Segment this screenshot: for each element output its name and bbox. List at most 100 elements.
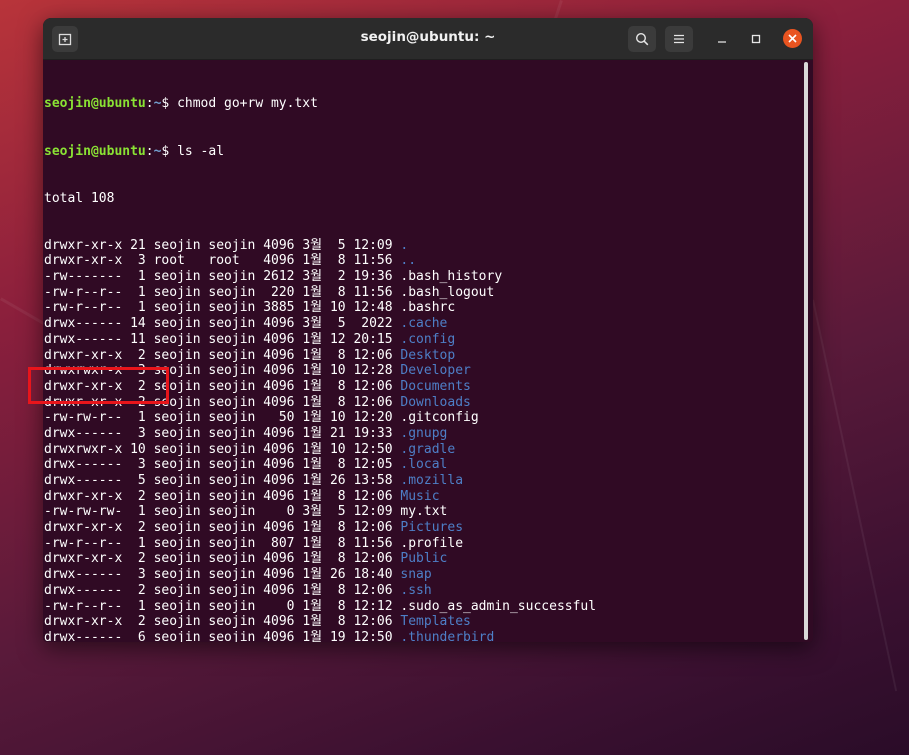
time-cell: 12:06 [353, 378, 393, 394]
time-cell: 12:06 [353, 488, 393, 504]
group-cell: seojin [208, 316, 256, 332]
group-cell: seojin [208, 425, 256, 441]
time-cell: 12:06 [353, 394, 393, 410]
time-cell: 12:50 [353, 441, 393, 457]
group-cell: seojin [208, 237, 256, 253]
size-cell: 4096 [263, 347, 295, 363]
day-cell: 26 [329, 567, 346, 583]
time-cell: 12:06 [353, 582, 393, 598]
listing-row: drwxr-xr-x 2 seojin seojin 4096 1월 8 12:… [44, 551, 799, 567]
time-cell: 11:56 [353, 535, 393, 551]
group-cell: seojin [208, 535, 256, 551]
day-cell: 8 [329, 284, 346, 300]
owner-cell: seojin [153, 535, 201, 551]
listing-row: drwx------ 3 seojin seojin 4096 1월 26 18… [44, 567, 799, 583]
links-cell: 1 [130, 504, 146, 520]
total-line: total 108 [44, 190, 115, 206]
listing-row: drwx------ 5 seojin seojin 4096 1월 26 13… [44, 473, 799, 489]
time-cell: 12:48 [353, 300, 393, 316]
size-cell: 4096 [263, 331, 295, 347]
listing-row: drwxr-xr-x 2 seojin seojin 4096 1월 8 12:… [44, 489, 799, 505]
window-title: seojin@ubuntu: ~ [360, 29, 496, 45]
day-cell: 8 [329, 253, 346, 269]
file-name: .bash_history [400, 269, 503, 285]
permissions-cell: drwxr-xr-x [44, 551, 123, 567]
directory-name: Developer [400, 363, 471, 379]
day-cell: 10 [329, 410, 346, 426]
permissions-cell: drwxr-xr-x [44, 520, 123, 536]
directory-name: . [400, 237, 409, 253]
permissions-cell: drwxr-xr-x [44, 253, 123, 269]
links-cell: 3 [130, 253, 146, 269]
maximize-button[interactable] [746, 29, 766, 49]
file-name: .sudo_as_admin_successful [400, 598, 597, 614]
owner-cell: seojin [153, 425, 201, 441]
size-cell: 4096 [263, 441, 295, 457]
permissions-cell: drwx------ [44, 473, 123, 488]
permissions-cell: drwx------ [44, 331, 123, 347]
day-cell: 8 [329, 598, 346, 614]
day-cell: 8 [329, 394, 346, 410]
terminal-output[interactable]: seojin@ubuntu:~$ chmod go+rw my.txt seoj… [44, 65, 799, 642]
day-cell: 5 [329, 316, 346, 332]
maximize-icon [751, 34, 761, 44]
links-cell: 2 [130, 520, 146, 536]
group-cell: seojin [208, 378, 256, 394]
size-cell: 4096 [263, 457, 295, 473]
scrollbar[interactable] [804, 62, 808, 640]
file-name: my.txt [400, 504, 448, 520]
directory-name: Desktop [400, 347, 456, 363]
day-cell: 19 [329, 629, 346, 642]
owner-cell: seojin [153, 629, 201, 642]
hamburger-menu-icon [674, 34, 684, 44]
listing-row: -rw-r--r-- 1 seojin seojin 0 1월 8 12:12 … [44, 599, 799, 615]
month-cell: 1월 [302, 488, 323, 504]
command-text: ls -al [177, 143, 225, 159]
time-cell: 12:28 [353, 363, 393, 379]
owner-cell: seojin [153, 567, 201, 583]
listing-row: drwxr-xr-x 2 seojin seojin 4096 1월 8 12:… [44, 348, 799, 364]
month-cell: 1월 [302, 331, 323, 347]
menu-button[interactable] [665, 26, 693, 52]
links-cell: 10 [130, 441, 146, 457]
size-cell: 2612 [263, 269, 295, 285]
time-cell: 18:40 [353, 567, 393, 583]
group-cell: seojin [208, 473, 256, 488]
close-button[interactable] [783, 29, 802, 48]
title-bar[interactable]: seojin@ubuntu: ~ [43, 18, 813, 60]
size-cell: 0 [263, 598, 295, 614]
listing-row: -rw------- 1 seojin seojin 2612 3월 2 19:… [44, 269, 799, 285]
file-name: .bash_logout [400, 284, 495, 300]
month-cell: 1월 [302, 582, 323, 598]
listing-row: -rw-r--r-- 1 seojin seojin 220 1월 8 11:5… [44, 285, 799, 301]
permissions-cell: drwx------ [44, 567, 123, 583]
size-cell: 0 [263, 504, 295, 520]
owner-cell: seojin [153, 316, 201, 332]
minimize-button[interactable] [712, 29, 732, 49]
links-cell: 14 [130, 316, 146, 332]
day-cell: 8 [329, 488, 346, 504]
day-cell: 8 [329, 582, 346, 598]
owner-cell: seojin [153, 300, 201, 316]
directory-name: .cache [400, 316, 448, 332]
links-cell: 1 [130, 284, 146, 300]
directory-name: Pictures [400, 520, 464, 536]
time-cell: 11:56 [353, 284, 393, 300]
group-cell: seojin [208, 284, 256, 300]
owner-cell: seojin [153, 410, 201, 426]
directory-name: .. [400, 253, 417, 269]
directory-name: .local [400, 457, 448, 473]
month-cell: 1월 [302, 347, 323, 363]
search-button[interactable] [628, 26, 656, 52]
owner-cell: seojin [153, 237, 201, 253]
owner-cell: seojin [153, 331, 201, 347]
file-name: .bashrc [400, 300, 456, 316]
permissions-cell: drwx------ [44, 629, 123, 642]
month-cell: 1월 [302, 425, 323, 441]
owner-cell: root [153, 253, 201, 269]
size-cell: 4096 [263, 316, 295, 332]
day-cell: 2 [329, 269, 346, 285]
month-cell: 1월 [302, 598, 323, 614]
links-cell: 3 [130, 425, 146, 441]
search-icon [635, 32, 649, 46]
